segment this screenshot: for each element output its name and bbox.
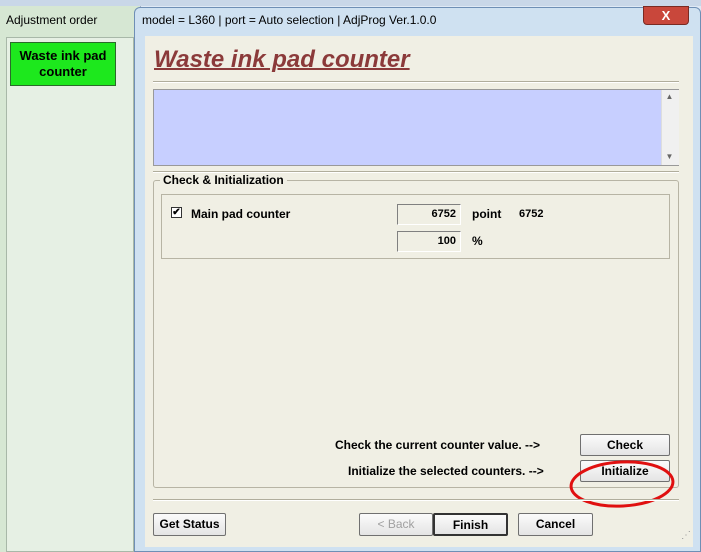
red-annotation-circle bbox=[569, 460, 675, 508]
adjustment-order-title: Adjustment order bbox=[6, 13, 98, 27]
dialog-title: model = L360 | port = Auto selection | A… bbox=[142, 13, 437, 27]
group-label: Check & Initialization bbox=[160, 173, 287, 187]
divider bbox=[153, 499, 679, 501]
resize-grip-icon[interactable]: ⋰ bbox=[681, 530, 691, 541]
adjustment-order-panel bbox=[6, 37, 134, 552]
get-status-button[interactable]: Get Status bbox=[153, 513, 226, 536]
finish-button[interactable]: Finish bbox=[433, 513, 508, 536]
main-pad-counter-label: Main pad counter bbox=[191, 207, 291, 221]
percent-unit-label: % bbox=[472, 234, 483, 248]
scroll-up-arrow-icon[interactable]: ▲ bbox=[661, 92, 678, 101]
point-value-field: 6752 bbox=[397, 204, 461, 225]
divider bbox=[153, 81, 679, 83]
scroll-down-arrow-icon[interactable]: ▼ bbox=[661, 152, 678, 161]
initialize-prompt: Initialize the selected counters. --> bbox=[348, 464, 544, 478]
back-button[interactable]: < Back bbox=[359, 513, 433, 536]
point-unit-label: point bbox=[472, 207, 502, 221]
cancel-button[interactable]: Cancel bbox=[518, 513, 593, 536]
point-extra-value: 6752 bbox=[519, 208, 544, 220]
page-title: Waste ink pad counter bbox=[154, 46, 410, 73]
main-pad-counter-checkbox[interactable]: ✔ bbox=[171, 207, 182, 218]
info-textbox[interactable] bbox=[153, 89, 679, 166]
waste-ink-pad-counter-item[interactable]: Waste ink pad counter bbox=[10, 42, 116, 86]
check-button[interactable]: Check bbox=[580, 434, 670, 456]
percent-value-field: 100 bbox=[397, 231, 461, 252]
check-prompt: Check the current counter value. --> bbox=[335, 438, 541, 452]
close-button[interactable]: X bbox=[643, 6, 689, 25]
